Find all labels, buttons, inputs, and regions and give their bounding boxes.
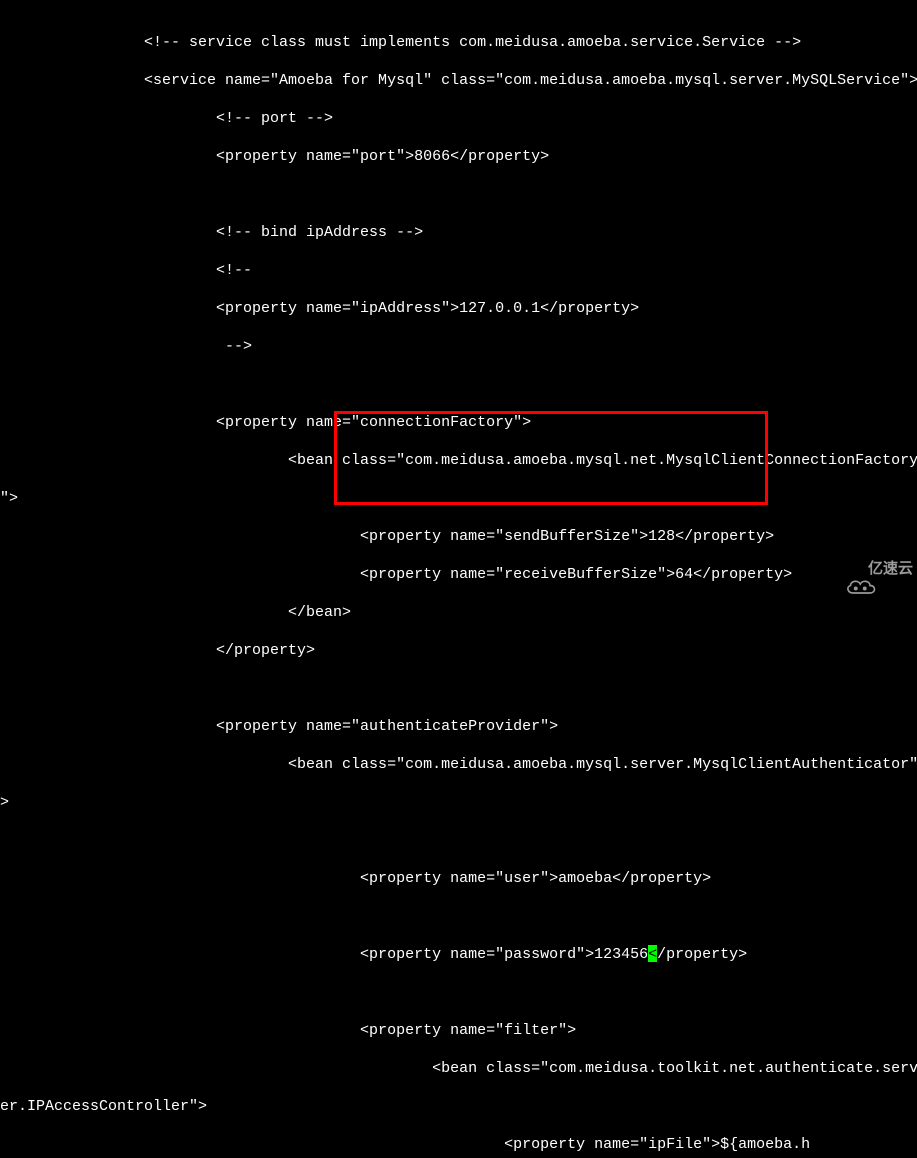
code-line [0,983,917,1002]
code-line: <property name="receiveBufferSize">64</p… [0,565,917,584]
code-line: <property name="ipAddress">127.0.0.1</pr… [0,299,917,318]
code-line: <bean class="com.meidusa.toolkit.net.aut… [0,1059,917,1078]
code-line: <!-- service class must implements com.m… [0,33,917,52]
code-line: <property name="filter"> [0,1021,917,1040]
code-line: <property name="sendBufferSize">128</pro… [0,527,917,546]
cursor-line-prefix: <property name="password">123456 [0,946,648,963]
watermark: 亿速云 [826,557,913,579]
code-line [0,831,917,850]
terminal-output: <!-- service class must implements com.m… [0,14,917,1158]
code-line: <!-- [0,261,917,280]
code-line-cursor: <property name="password">123456</proper… [0,945,917,964]
code-line: <property name="port">8066</property> [0,147,917,166]
code-line: <property name="ipFile">${amoeba.h [0,1135,917,1154]
code-line: <property name="authenticateProvider"> [0,717,917,736]
code-line: <bean class="com.meidusa.amoeba.mysql.se… [0,755,917,774]
cloud-icon [826,557,862,579]
code-line: "> [0,489,917,508]
code-line: </bean> [0,603,917,622]
code-line: <!-- bind ipAddress --> [0,223,917,242]
cursor-line-suffix: /property> [657,946,747,963]
code-line [0,375,917,394]
code-line: <property name="connectionFactory"> [0,413,917,432]
code-line: <bean class="com.meidusa.amoeba.mysql.ne… [0,451,917,470]
code-line: <!-- port --> [0,109,917,128]
code-line [0,907,917,926]
watermark-text: 亿速云 [868,559,913,578]
code-line [0,185,917,204]
code-line [0,679,917,698]
code-line: <property name="user">amoeba</property> [0,869,917,888]
code-line: <service name="Amoeba for Mysql" class="… [0,71,917,90]
code-line: er.IPAccessController"> [0,1097,917,1116]
code-line: </property> [0,641,917,660]
terminal-cursor: < [648,945,657,962]
code-line: > [0,793,917,812]
code-line: --> [0,337,917,356]
